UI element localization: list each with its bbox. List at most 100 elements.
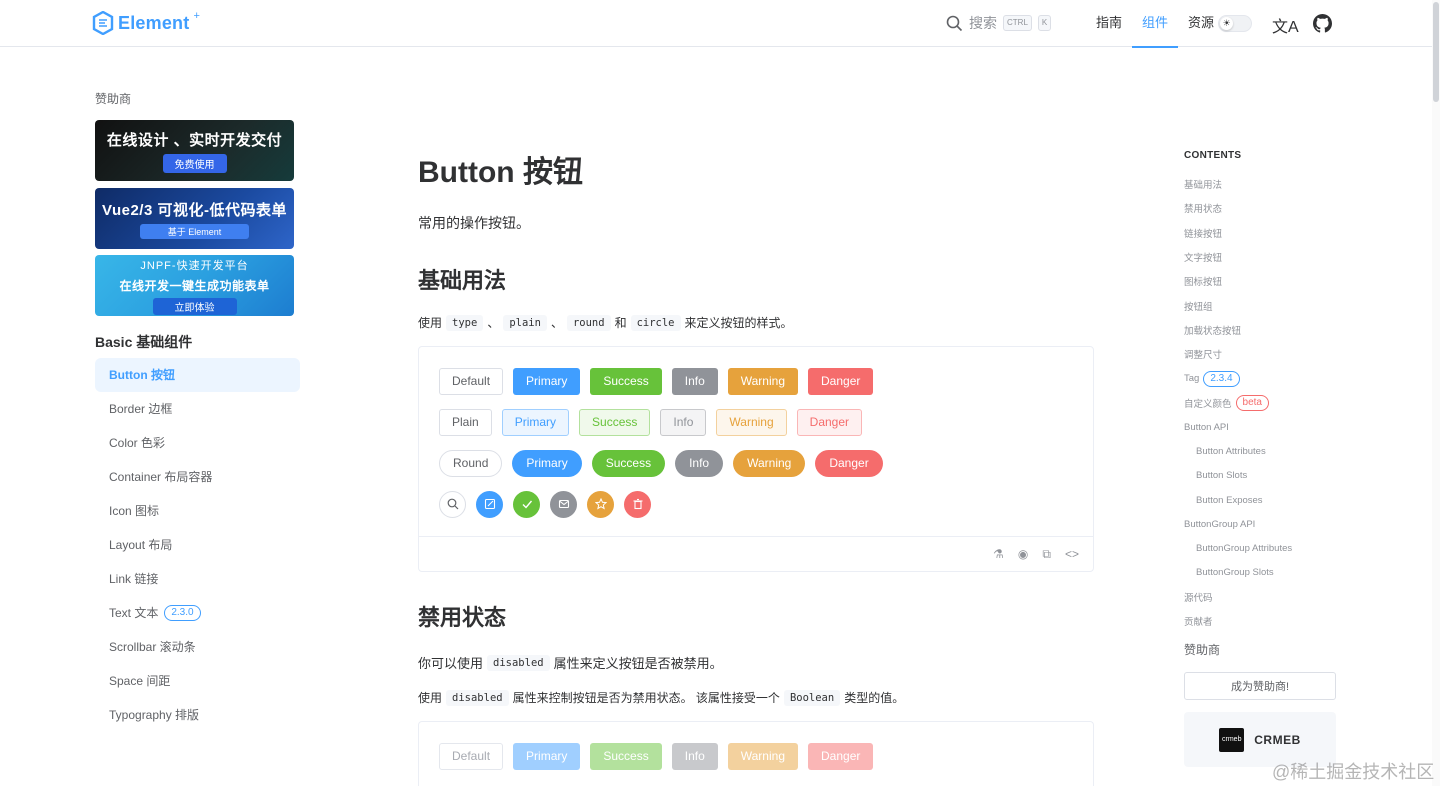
plain-danger-button[interactable]: Danger [796, 408, 863, 436]
sidebar-item-layout[interactable]: Layout 布局 [95, 528, 300, 562]
sponsor-banner-2[interactable]: Vue2/3 可视化-低代码表单 基于 Element [95, 188, 294, 249]
sidebar-item-link[interactable]: Link 链接 [95, 562, 300, 596]
primary-button[interactable]: Primary [513, 367, 581, 395]
toc-item[interactable]: 加载状态按钮 [1184, 318, 1344, 342]
toc-item[interactable]: Button Slots [1184, 464, 1344, 488]
toc-item[interactable]: 源代码 [1184, 585, 1344, 609]
toc-item[interactable]: 自定义颜色 beta [1184, 391, 1344, 415]
logo-text: Element [118, 12, 190, 33]
code-round: round [566, 314, 611, 331]
crmeb-logo: crmeb [1219, 727, 1245, 752]
toc-item-label: 源代码 [1184, 593, 1213, 605]
github-icon[interactable] [1313, 14, 1332, 33]
sidebar-item-button[interactable]: Button 按钮 [95, 358, 300, 392]
scrollbar-thumb[interactable] [1433, 2, 1439, 102]
text-segment: 和 [614, 316, 627, 330]
plain-warning-button[interactable]: Warning [716, 408, 787, 436]
danger-button[interactable]: Danger [808, 367, 874, 395]
button-row-default: Default Primary Success Info Warning Dan… [439, 367, 1073, 395]
nav-components[interactable]: 组件 [1132, 0, 1179, 48]
warning-button[interactable]: Warning [727, 367, 798, 395]
circle-check-button[interactable] [513, 490, 540, 518]
theme-toggle[interactable]: ☀ [1218, 15, 1252, 32]
disabled-danger-button: Danger [808, 742, 874, 770]
playground-icon[interactable]: ⚗ [993, 547, 1004, 561]
toc-item-label: ButtonGroup Slots [1196, 567, 1274, 579]
sidebar-item-space[interactable]: Space 间距 [95, 664, 300, 698]
toc-heading: CONTENTS [1184, 150, 1242, 161]
toc-item[interactable]: 贡献者 [1184, 609, 1344, 633]
code-type: type [446, 314, 484, 331]
circle-star-button[interactable] [587, 490, 614, 518]
sidebar-item-border[interactable]: Border 边框 [95, 392, 300, 426]
demo-toolbar: ⚗ ◉ ⧉ <> [419, 536, 1093, 571]
top-nav: 指南 组件 资源 [1086, 0, 1224, 48]
sponsor-banner-3[interactable]: JNPF-快速开发平台 在线开发一键生成功能表单 立即体验 [95, 255, 294, 316]
sidebar-item-label: Layout 布局 [109, 538, 173, 552]
toc-item[interactable]: 基础用法 [1184, 172, 1344, 196]
circle-message-button[interactable] [550, 490, 577, 518]
sidebar-item-scrollbar[interactable]: Scrollbar 滚动条 [95, 630, 300, 664]
toc-item[interactable]: Button Exposes [1184, 488, 1344, 512]
element-logo[interactable]: Element + [92, 10, 200, 35]
plain-primary-button[interactable]: Primary [501, 408, 570, 436]
sidebar-item-label: Color 色彩 [109, 436, 166, 450]
info-button[interactable]: Info [671, 367, 718, 395]
become-sponsor-button[interactable]: 成为赞助商! [1184, 672, 1336, 700]
page-title: Button 按钮 [418, 156, 583, 189]
text-segment: 使用 [418, 691, 443, 705]
sidebar-item-typography[interactable]: Typography 排版 [95, 698, 300, 732]
toc-item[interactable]: Button API [1184, 415, 1344, 439]
default-button[interactable]: Default [439, 367, 504, 395]
sidebar-item-color[interactable]: Color 色彩 [95, 426, 300, 460]
plain-default-button[interactable]: Plain [439, 408, 492, 436]
round-warning-button[interactable]: Warning [733, 449, 806, 477]
search-button[interactable]: 搜索 CTRL K [946, 13, 1052, 33]
toc-item[interactable]: 文字按钮 [1184, 245, 1344, 269]
toc-item[interactable]: Button Attributes [1184, 439, 1344, 463]
round-success-button[interactable]: Success [591, 449, 666, 477]
success-button[interactable]: Success [590, 367, 662, 395]
toc-item[interactable]: 链接按钮 [1184, 221, 1344, 245]
circle-edit-button[interactable] [476, 490, 503, 518]
view-code-icon[interactable]: <> [1065, 547, 1079, 561]
nav-guide[interactable]: 指南 [1086, 0, 1132, 47]
plain-info-button[interactable]: Info [660, 408, 707, 436]
circle-search-button[interactable] [439, 490, 466, 518]
toc-item[interactable]: Tag 2.3.4 [1184, 366, 1344, 390]
copy-icon[interactable]: ⧉ [1042, 547, 1051, 562]
sidebar-item-container[interactable]: Container 布局容器 [95, 460, 300, 494]
section-title-basic: 基础用法 [418, 268, 507, 293]
round-info-button[interactable]: Info [675, 449, 724, 477]
toc-item[interactable]: 按钮组 [1184, 293, 1344, 317]
section-basic-text: 使用 type 、 plain 、 round 和 circle 来定义按钮的样… [418, 314, 793, 331]
sidebar-item-label: Typography 排版 [109, 708, 200, 722]
page-scrollbar[interactable] [1432, 0, 1440, 786]
logo-plus: + [193, 10, 200, 22]
sidebar-item-text[interactable]: Text 文本 2.3.0 [95, 596, 300, 630]
sponsor-banner-1[interactable]: 在线设计 、实时开发交付 免费使用 [95, 120, 294, 181]
round-default-button[interactable]: Round [439, 449, 503, 477]
sidebar-group-title: Basic 基础组件 [95, 334, 193, 350]
toc-item[interactable]: 图标按钮 [1184, 269, 1344, 293]
circle-delete-button[interactable] [624, 490, 651, 518]
github-source-icon[interactable]: ◉ [1018, 547, 1028, 561]
check-icon [522, 500, 532, 509]
toc-item-label: ButtonGroup Attributes [1196, 543, 1293, 555]
code-disabled: disabled [487, 654, 550, 671]
toc-item[interactable]: 禁用状态 [1184, 196, 1344, 220]
round-danger-button[interactable]: Danger [815, 449, 883, 477]
version-badge: 2.3.0 [164, 605, 201, 621]
toc-item[interactable]: ButtonGroup Slots [1184, 561, 1344, 585]
toc-sponsor-title: 赞助商 [1184, 643, 1221, 657]
toc-item[interactable]: 调整尺寸 [1184, 342, 1344, 366]
toc-item[interactable]: ButtonGroup API [1184, 512, 1344, 536]
disabled-default-button: Default [439, 742, 504, 770]
round-primary-button[interactable]: Primary [512, 449, 582, 477]
sidebar-item-label: Container 布局容器 [109, 470, 213, 484]
toc-item[interactable]: ButtonGroup Attributes [1184, 536, 1344, 560]
translate-icon[interactable]: 文A [1272, 13, 1299, 37]
sidebar-item-icon[interactable]: Icon 图标 [95, 494, 300, 528]
plain-success-button[interactable]: Success [579, 408, 651, 436]
disabled-warning-button: Warning [727, 742, 798, 770]
